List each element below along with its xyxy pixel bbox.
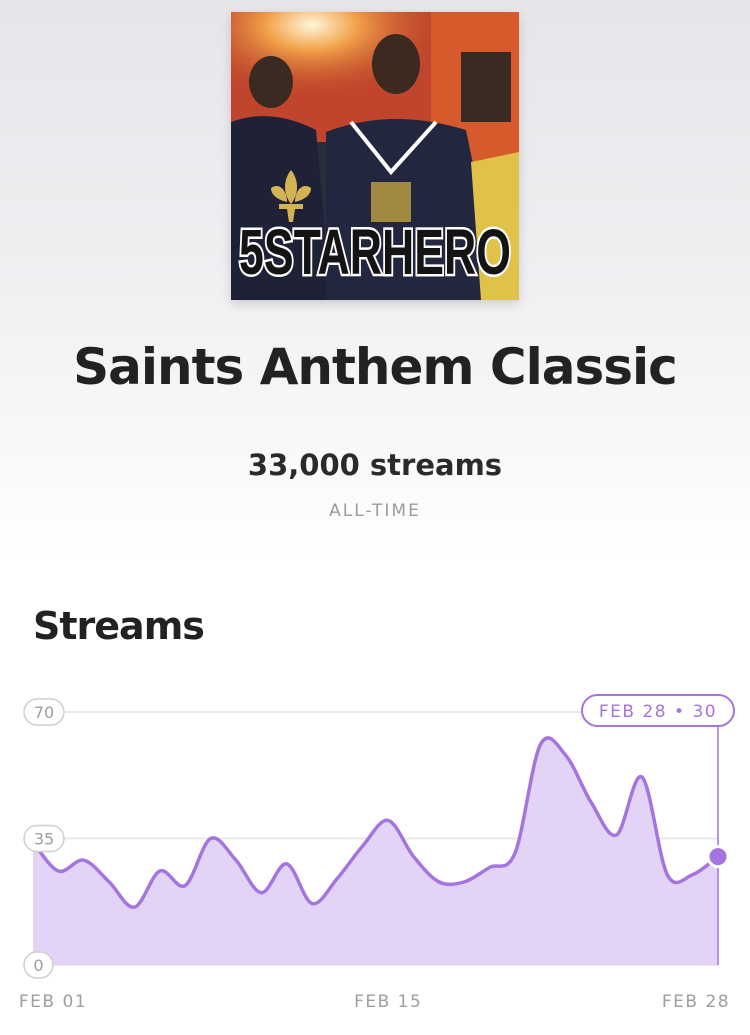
x-tick-label: FEB 28 xyxy=(662,992,730,1012)
streams-chart[interactable]: 0 35 70 FEB 01 FEB 15 FEB 28 FEB 28 • 30 xyxy=(0,0,750,1035)
selected-point[interactable] xyxy=(706,845,730,869)
series-area xyxy=(33,737,718,965)
x-tick-label: FEB 01 xyxy=(19,992,87,1012)
tooltip-label: FEB 28 • 30 xyxy=(599,702,717,722)
y-tick-label: 0 xyxy=(33,956,43,975)
y-tick-label: 70 xyxy=(34,703,54,722)
x-tick-label: FEB 15 xyxy=(354,992,422,1012)
y-tick-label: 35 xyxy=(34,830,54,849)
